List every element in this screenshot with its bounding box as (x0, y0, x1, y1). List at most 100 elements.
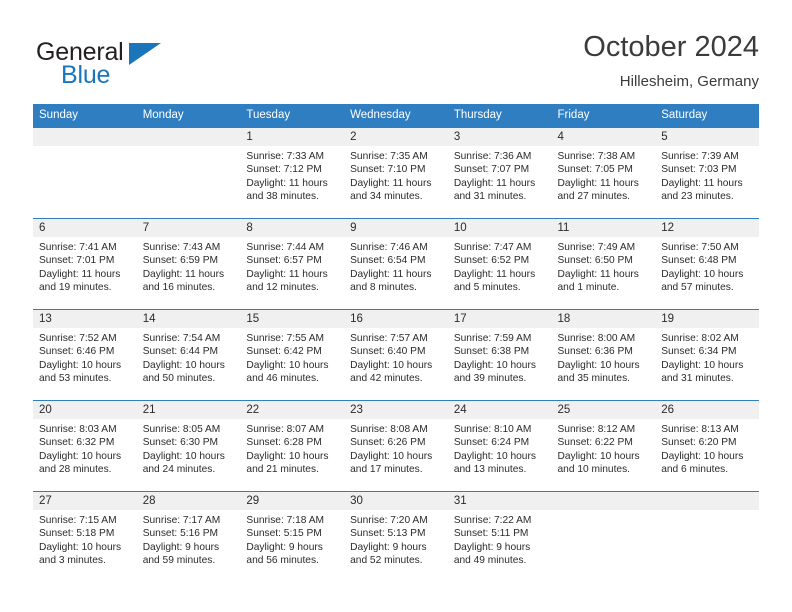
day-cell-inner: 4 Sunrise: 7:38 AM Sunset: 7:05 PM Daylight… (551, 128, 656, 218)
calendar-day-cell[interactable]: 15 Sunrise: 7:55 AM Sunset: 6:42 PM Dayligh… (240, 309, 345, 401)
calendar-week-row: 13 Sunrise: 7:52 AM Sunset: 6:46 PM Dayligh… (33, 309, 759, 401)
day-number (551, 492, 656, 510)
daylight-text-line1: Daylight: 10 hours (142, 450, 225, 462)
day-cell-details: Sunrise: 7:18 AM Sunset: 5:15 PM Daylight:… (240, 510, 344, 567)
calendar-day-cell[interactable]: 3 Sunrise: 7:36 AM Sunset: 7:07 PM Daylight… (447, 128, 552, 219)
day-cell-details: Sunrise: 7:49 AM Sunset: 6:50 PM Daylight:… (552, 237, 656, 294)
calendar-day-cell[interactable]: 8 Sunrise: 7:44 AM Sunset: 6:57 PM Daylight… (240, 218, 345, 310)
day-cell-details: Sunrise: 7:43 AM Sunset: 6:59 PM Daylight:… (137, 237, 241, 294)
calendar-day-cell[interactable]: 6 Sunrise: 7:41 AM Sunset: 7:01 PM Daylight… (33, 218, 137, 310)
weekday-header-monday: Monday (136, 104, 241, 128)
day-cell-details: Sunrise: 7:17 AM Sunset: 5:16 PM Daylight:… (137, 510, 241, 567)
day-number: 15 (240, 310, 345, 328)
day-number: 5 (655, 128, 759, 146)
day-number (655, 492, 759, 510)
daylight-text-line1: Daylight: 10 hours (39, 541, 122, 553)
calendar-day-cell[interactable]: 14 Sunrise: 7:54 AM Sunset: 6:44 PM Dayligh… (136, 309, 241, 401)
calendar-day-cell[interactable]: 31 Sunrise: 7:22 AM Sunset: 5:11 PM Dayligh… (447, 491, 552, 582)
sunrise-text: Sunrise: 7:57 AM (350, 333, 428, 344)
calendar-day-cell[interactable]: 11 Sunrise: 7:49 AM Sunset: 6:50 PM Dayligh… (551, 218, 656, 310)
day-cell-inner: 10 Sunrise: 7:47 AM Sunset: 6:52 PM Dayligh… (447, 219, 552, 309)
day-cell-inner: 5 Sunrise: 7:39 AM Sunset: 7:03 PM Daylight… (655, 128, 759, 218)
daylight-text-line2: and 28 minutes. (39, 463, 112, 475)
day-cell-inner: 3 Sunrise: 7:36 AM Sunset: 7:07 PM Daylight… (447, 128, 552, 218)
day-cell-details: Sunrise: 7:54 AM Sunset: 6:44 PM Daylight:… (137, 328, 241, 385)
day-cell-details: Sunrise: 7:41 AM Sunset: 7:01 PM Daylight:… (33, 237, 137, 294)
day-cell-inner: 16 Sunrise: 7:57 AM Sunset: 6:40 PM Dayligh… (344, 310, 448, 400)
daylight-text-line2: and 5 minutes. (453, 281, 521, 293)
daylight-text-line2: and 23 minutes. (661, 190, 734, 202)
day-number: 9 (344, 219, 448, 237)
calendar-day-cell[interactable]: 28 Sunrise: 7:17 AM Sunset: 5:16 PM Dayligh… (136, 491, 241, 582)
daylight-text-line2: and 53 minutes. (39, 372, 112, 384)
day-cell-inner: 25 Sunrise: 8:12 AM Sunset: 6:22 PM Dayligh… (551, 401, 656, 491)
calendar-day-cell[interactable]: 7 Sunrise: 7:43 AM Sunset: 6:59 PM Daylight… (136, 218, 241, 310)
calendar-cell-empty (33, 128, 137, 219)
sunset-text: Sunset: 6:32 PM (39, 437, 115, 449)
sunrise-text: Sunrise: 7:18 AM (246, 515, 324, 526)
calendar-day-cell[interactable]: 1 Sunrise: 7:33 AM Sunset: 7:12 PM Daylight… (240, 128, 345, 219)
sunrise-text: Sunrise: 7:49 AM (557, 242, 636, 253)
sunrise-text: Sunrise: 7:36 AM (453, 151, 532, 162)
daylight-text-line1: Daylight: 10 hours (557, 359, 640, 371)
day-cell-details: Sunrise: 7:39 AM Sunset: 7:03 PM Daylight:… (655, 146, 759, 203)
calendar-day-cell[interactable]: 21 Sunrise: 8:05 AM Sunset: 6:30 PM Dayligh… (136, 400, 241, 492)
calendar-day-cell[interactable]: 17 Sunrise: 7:59 AM Sunset: 6:38 PM Dayligh… (447, 309, 552, 401)
calendar-day-cell[interactable]: 19 Sunrise: 8:02 AM Sunset: 6:34 PM Dayligh… (655, 309, 759, 401)
day-cell-inner: 8 Sunrise: 7:44 AM Sunset: 6:57 PM Daylight… (240, 219, 345, 309)
sunset-text: Sunset: 6:26 PM (350, 437, 426, 449)
day-cell-inner: 31 Sunrise: 7:22 AM Sunset: 5:11 PM Dayligh… (447, 492, 552, 582)
daylight-text-line2: and 21 minutes. (246, 463, 319, 475)
day-cell-details: Sunrise: 7:35 AM Sunset: 7:10 PM Daylight:… (344, 146, 448, 203)
daylight-text-line2: and 6 minutes. (661, 463, 729, 475)
daylight-text-line2: and 24 minutes. (142, 463, 216, 475)
calendar-day-cell[interactable]: 30 Sunrise: 7:20 AM Sunset: 5:13 PM Dayligh… (344, 491, 448, 582)
calendar-day-cell[interactable]: 5 Sunrise: 7:39 AM Sunset: 7:03 PM Daylight… (655, 128, 759, 219)
day-number: 16 (344, 310, 448, 328)
day-cell-details: Sunrise: 7:50 AM Sunset: 6:48 PM Daylight:… (655, 237, 759, 294)
sunrise-text: Sunrise: 7:47 AM (453, 242, 532, 253)
calendar-day-cell[interactable]: 20 Sunrise: 8:03 AM Sunset: 6:32 PM Dayligh… (33, 400, 137, 492)
sunset-text: Sunset: 6:57 PM (246, 255, 322, 267)
sunset-text: Sunset: 7:03 PM (661, 164, 737, 176)
day-cell-inner (136, 128, 241, 218)
day-cell-details: Sunrise: 8:08 AM Sunset: 6:26 PM Daylight:… (344, 419, 448, 476)
calendar-day-cell[interactable]: 16 Sunrise: 7:57 AM Sunset: 6:40 PM Dayligh… (344, 309, 448, 401)
day-cell-details: Sunrise: 7:33 AM Sunset: 7:12 PM Daylight:… (240, 146, 344, 203)
day-number: 31 (447, 492, 552, 510)
daylight-text-line2: and 12 minutes. (246, 281, 319, 293)
daylight-text-line1: Daylight: 10 hours (350, 359, 433, 371)
sunrise-text: Sunrise: 7:46 AM (350, 242, 428, 253)
calendar-day-cell[interactable]: 12 Sunrise: 7:50 AM Sunset: 6:48 PM Dayligh… (655, 218, 759, 310)
calendar-day-cell[interactable]: 25 Sunrise: 8:12 AM Sunset: 6:22 PM Dayligh… (551, 400, 656, 492)
day-number: 26 (655, 401, 759, 419)
daylight-text-line1: Daylight: 11 hours (350, 177, 432, 189)
calendar-day-cell[interactable]: 26 Sunrise: 8:13 AM Sunset: 6:20 PM Dayligh… (655, 400, 759, 492)
calendar-day-cell[interactable]: 18 Sunrise: 8:00 AM Sunset: 6:36 PM Dayligh… (551, 309, 656, 401)
day-cell-details: Sunrise: 7:52 AM Sunset: 6:46 PM Daylight:… (33, 328, 137, 385)
calendar-day-cell[interactable]: 10 Sunrise: 7:47 AM Sunset: 6:52 PM Dayligh… (447, 218, 552, 310)
daylight-text-line1: Daylight: 11 hours (246, 268, 328, 280)
calendar-day-cell[interactable]: 29 Sunrise: 7:18 AM Sunset: 5:15 PM Dayligh… (240, 491, 345, 582)
sunrise-text: Sunrise: 7:55 AM (246, 333, 324, 344)
brand-logo[interactable]: General Blue (33, 38, 253, 94)
calendar-day-cell[interactable]: 27 Sunrise: 7:15 AM Sunset: 5:18 PM Dayligh… (33, 491, 137, 582)
daylight-text-line1: Daylight: 9 hours (350, 541, 427, 553)
day-number: 19 (655, 310, 759, 328)
calendar-day-cell[interactable]: 13 Sunrise: 7:52 AM Sunset: 6:46 PM Dayligh… (33, 309, 137, 401)
sunrise-text: Sunrise: 7:44 AM (246, 242, 324, 253)
daylight-text-line1: Daylight: 11 hours (246, 177, 328, 189)
day-cell-inner: 26 Sunrise: 8:13 AM Sunset: 6:20 PM Dayligh… (655, 401, 759, 491)
calendar-day-cell[interactable]: 4 Sunrise: 7:38 AM Sunset: 7:05 PM Daylight… (551, 128, 656, 219)
triangle-logo-icon (129, 43, 161, 65)
calendar-day-cell[interactable]: 22 Sunrise: 8:07 AM Sunset: 6:28 PM Dayligh… (240, 400, 345, 492)
day-number: 23 (344, 401, 448, 419)
daylight-text-line1: Daylight: 9 hours (142, 541, 220, 553)
calendar-day-cell[interactable]: 24 Sunrise: 8:10 AM Sunset: 6:24 PM Dayligh… (447, 400, 552, 492)
calendar-day-cell[interactable]: 23 Sunrise: 8:08 AM Sunset: 6:26 PM Dayligh… (344, 400, 448, 492)
day-number: 4 (551, 128, 656, 146)
calendar-day-cell[interactable]: 9 Sunrise: 7:46 AM Sunset: 6:54 PM Daylight… (344, 218, 448, 310)
calendar-day-cell[interactable]: 2 Sunrise: 7:35 AM Sunset: 7:10 PM Daylight… (344, 128, 448, 219)
day-number: 6 (33, 219, 137, 237)
sunset-text: Sunset: 6:34 PM (661, 346, 737, 358)
